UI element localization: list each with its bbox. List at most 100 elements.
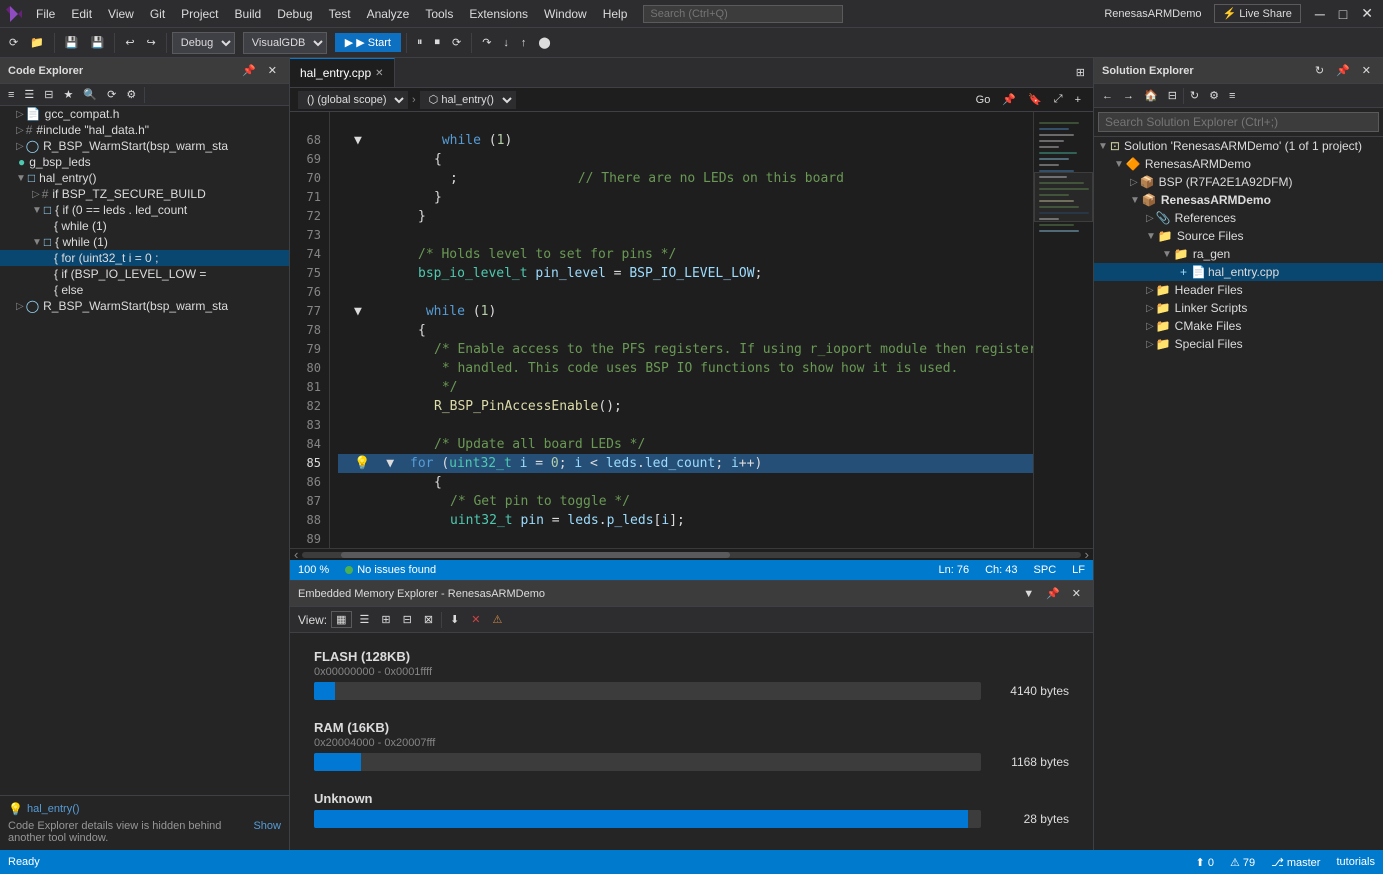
sol-bsp[interactable]: ▷ 📦 BSP (R7FA2E1A92DFM) xyxy=(1094,173,1383,191)
start-button[interactable]: ▶ ▶ Start xyxy=(335,33,401,52)
save-all-btn[interactable]: 💾 xyxy=(86,33,110,52)
undo-btn[interactable]: ↩ xyxy=(120,33,139,52)
breakpoint-btn[interactable]: ⬤ xyxy=(533,33,555,52)
tree-item-leds[interactable]: ● g_bsp_leds xyxy=(0,154,289,170)
export-btn[interactable]: ⬇ xyxy=(446,611,463,628)
global-search[interactable] xyxy=(643,5,843,23)
tree-item-warmstart2[interactable]: ▷ ◯ R_BSP_WarmStart(bsp_warm_sta xyxy=(0,298,289,314)
view-list-btn[interactable]: ☰ xyxy=(356,611,374,628)
panel-pin-btn[interactable]: 📌 xyxy=(238,62,260,79)
hal-entry-link[interactable]: hal_entry() xyxy=(27,803,80,815)
fold-btn[interactable]: ▼ xyxy=(386,454,394,473)
sol-header-files[interactable]: ▷ 📁 Header Files xyxy=(1094,281,1383,299)
sol-source-files[interactable]: ▼ 📁 Source Files xyxy=(1094,227,1383,245)
filter-btn[interactable]: ≡ xyxy=(4,87,18,103)
menu-test[interactable]: Test xyxy=(321,3,359,25)
menu-help[interactable]: Help xyxy=(595,3,636,25)
panel-pin-btn[interactable]: 📌 xyxy=(1042,585,1064,602)
sol-references[interactable]: ▷ 📎 References xyxy=(1094,209,1383,227)
restart-btn[interactable]: ⟳ xyxy=(447,33,466,52)
go-button[interactable]: Go xyxy=(972,92,995,108)
tree-item-if-leds[interactable]: ▼ □ { if (0 == leds . led_count xyxy=(0,202,289,218)
sol-hal-entry[interactable]: + 📄 hal_entry.cpp xyxy=(1094,263,1383,281)
tree-item-if-bsp[interactable]: { if (BSP_IO_LEVEL_LOW = xyxy=(0,266,289,282)
sol-special-files[interactable]: ▷ 📁 Special Files xyxy=(1094,335,1383,353)
pin-editor-btn[interactable]: 📌 xyxy=(998,91,1020,108)
sol-filter[interactable]: ≡ xyxy=(1225,88,1239,104)
sol-source-project[interactable]: ▼ 📦 RenesasARMDemo xyxy=(1094,191,1383,209)
list-view-btn[interactable]: ☰ xyxy=(20,86,38,103)
step-over-btn[interactable]: ↷ xyxy=(477,33,496,52)
add-btn[interactable]: + xyxy=(1071,92,1085,108)
tab-close-icon[interactable]: ✕ xyxy=(375,68,383,79)
tree-item-for[interactable]: { for (uint32_t i = 0 ; xyxy=(0,250,289,266)
tree-item-while2[interactable]: ▼ □ { while (1) xyxy=(0,234,289,250)
warning-btn[interactable]: ⚠ xyxy=(489,611,507,628)
split-editor-btn[interactable]: ⊞ xyxy=(1072,64,1089,81)
menu-git[interactable]: Git xyxy=(142,3,173,25)
menu-tools[interactable]: Tools xyxy=(417,3,461,25)
panel-sync-btn[interactable]: ↻ xyxy=(1311,62,1328,79)
func-select[interactable]: ⬡ hal_entry() xyxy=(420,91,516,109)
new-project-btn[interactable]: ⟳ xyxy=(4,33,23,52)
search-btn[interactable]: 🔍 xyxy=(79,86,101,103)
menu-build[interactable]: Build xyxy=(227,3,270,25)
scrollbar-track[interactable] xyxy=(302,552,1080,558)
menu-analyze[interactable]: Analyze xyxy=(359,3,418,25)
menu-project[interactable]: Project xyxy=(173,3,226,25)
sol-nav-back[interactable]: ← xyxy=(1098,88,1117,104)
debug-config-select[interactable]: Debug xyxy=(172,32,235,54)
star-btn[interactable]: ★ xyxy=(60,86,78,103)
pause-btn[interactable]: ⏸ xyxy=(412,33,428,52)
fold-btn[interactable]: ▼ xyxy=(354,302,362,321)
menu-edit[interactable]: Edit xyxy=(63,3,100,25)
tree-item-while1[interactable]: { while (1) xyxy=(0,218,289,234)
panel-close-btn[interactable]: ✕ xyxy=(264,62,281,79)
fold-btn[interactable]: ▼ xyxy=(354,131,362,150)
liveshare-button[interactable]: ⚡ Live Share xyxy=(1214,4,1301,23)
menu-view[interactable]: View xyxy=(100,3,142,25)
view-bar-btn[interactable]: ▦ xyxy=(331,611,351,628)
tree-item-bsp-tz[interactable]: ▷ # if BSP_TZ_SECURE_BUILD xyxy=(0,186,289,202)
save-btn[interactable]: 💾 xyxy=(60,33,84,52)
tree-item-else[interactable]: { else xyxy=(0,282,289,298)
menu-file[interactable]: File xyxy=(28,3,63,25)
view-detail-btn[interactable]: ⊟ xyxy=(399,611,416,628)
editor-content[interactable]: ▼ while ( 1 ) { ; // There are no LEDs o… xyxy=(330,112,1033,548)
tree-item-warmstart1[interactable]: ▷ ◯ R_BSP_WarmStart(bsp_warm_sta xyxy=(0,138,289,154)
bookmark-btn[interactable]: 🔖 xyxy=(1024,91,1046,108)
menu-extensions[interactable]: Extensions xyxy=(461,3,536,25)
step-into-btn[interactable]: ↓ xyxy=(498,34,514,52)
menu-window[interactable]: Window xyxy=(536,3,595,25)
tree-item-include[interactable]: ▷ # #include "hal_data.h" xyxy=(0,122,289,138)
open-btn[interactable]: 📁 xyxy=(25,33,49,52)
solution-search-input[interactable] xyxy=(1098,112,1379,132)
sol-cmake-files[interactable]: ▷ 📁 CMake Files xyxy=(1094,317,1383,335)
minimize-button[interactable]: ─ xyxy=(1309,4,1331,24)
tree-item-halentry[interactable]: ▼ □ hal_entry() xyxy=(0,170,289,186)
sol-sync[interactable]: ↻ xyxy=(1186,87,1203,104)
collapse-btn[interactable]: ⊟ xyxy=(40,86,57,103)
expand-editor-btn[interactable]: ⤢ xyxy=(1050,91,1067,108)
sol-home[interactable]: 🏠 xyxy=(1140,87,1162,104)
view-grid-btn[interactable]: ⊞ xyxy=(377,611,394,628)
show-link[interactable]: Show xyxy=(253,820,281,832)
panel-close-btn[interactable]: ✕ xyxy=(1068,585,1085,602)
minimap[interactable] xyxy=(1033,112,1093,548)
settings-btn[interactable]: ⚙ xyxy=(122,86,140,103)
tab-hal-entry[interactable]: hal_entry.cpp ✕ xyxy=(290,58,395,87)
scope-select[interactable]: () (global scope) xyxy=(298,91,408,109)
redo-btn[interactable]: ↪ xyxy=(142,33,161,52)
sync-btn[interactable]: ⟳ xyxy=(103,86,120,103)
sol-settings[interactable]: ⚙ xyxy=(1205,87,1223,104)
maximize-button[interactable]: □ xyxy=(1333,4,1353,24)
sol-solution[interactable]: ▼ ⊡ Solution 'RenesasARMDemo' (1 of 1 pr… xyxy=(1094,137,1383,155)
delete-btn[interactable]: ✕ xyxy=(467,611,484,628)
sol-linker-scripts[interactable]: ▷ 📁 Linker Scripts xyxy=(1094,299,1383,317)
panel-close-btn[interactable]: ✕ xyxy=(1358,62,1375,79)
close-button[interactable]: ✕ xyxy=(1355,3,1379,24)
stop-btn[interactable]: ⏹ xyxy=(429,33,445,52)
sol-project[interactable]: ▼ 🔶 RenesasARMDemo xyxy=(1094,155,1383,173)
panel-dropdown-btn[interactable]: ▼ xyxy=(1019,585,1038,602)
panel-pin-btn[interactable]: 📌 xyxy=(1332,62,1354,79)
